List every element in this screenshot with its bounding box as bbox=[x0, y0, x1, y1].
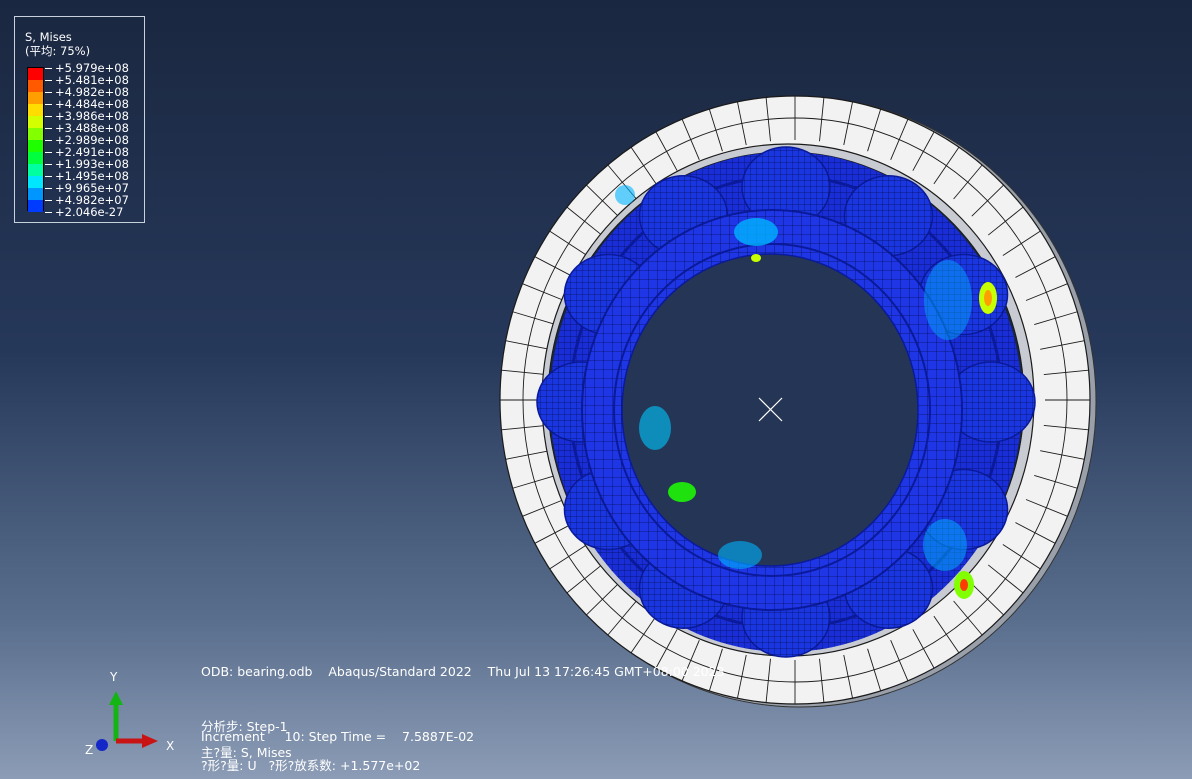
bearing-model[interactable] bbox=[0, 0, 1192, 779]
x-axis-arrowhead bbox=[142, 734, 158, 748]
y-axis-arrowhead bbox=[109, 691, 123, 705]
inner-race bbox=[581, 209, 963, 611]
x-axis-label: X bbox=[166, 739, 174, 753]
odb-info-line: ODB: bearing.odb Abaqus/Standard 2022 Th… bbox=[201, 664, 725, 679]
z-axis-label: Z bbox=[85, 743, 93, 757]
abaqus-viewport[interactable]: S, Mises (平均: 75%) +5.979e+08 +5.481e+08 +… bbox=[0, 0, 1192, 779]
deformed-var-line: ?形?量: U ?形?放系数: +1.577e+02 bbox=[201, 758, 421, 773]
z-axis-dot bbox=[96, 739, 108, 751]
y-axis-label: Y bbox=[109, 670, 118, 684]
axis-triad: Y X Z bbox=[85, 670, 174, 757]
